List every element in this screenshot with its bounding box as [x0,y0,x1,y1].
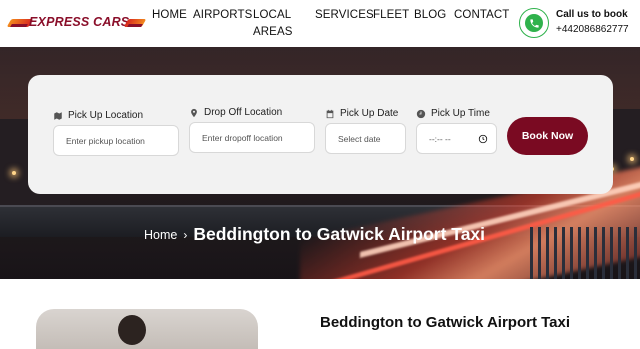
pickup-location-input[interactable]: Enter pickup location [53,125,179,156]
nav-blog[interactable]: BLOG [414,7,446,24]
clock-icon [416,109,426,118]
dropoff-location-input[interactable]: Enter dropoff location [189,122,315,153]
breadcrumb-current: Beddington to Gatwick Airport Taxi [193,224,486,244]
dropoff-location-label-text: Drop Off Location [204,107,283,118]
map-icon [54,111,62,120]
street-lamp [630,157,634,161]
nav-fleet[interactable]: FLEET [373,7,409,24]
breadcrumb-home[interactable]: Home [144,228,177,242]
nav-local-areas[interactable]: LOCAL AREAS [253,7,303,41]
brand-logo[interactable]: EXPRESS CARS [6,13,147,33]
nav-home[interactable]: HOME [152,7,187,24]
whatsapp-icon [525,14,543,32]
pickup-date-label-text: Pick Up Date [340,108,399,119]
time-picker-icon[interactable] [478,134,488,144]
logo-text: EXPRESS CARS [29,15,130,29]
logo-swoosh-right-accent [127,24,143,27]
pickup-date-input[interactable]: Select date [325,123,406,154]
pickup-time-label-text: Pick Up Time [431,108,490,119]
whatsapp-button[interactable] [519,8,549,38]
nav-contact[interactable]: CONTACT [454,7,509,24]
pickup-date-label: Pick Up Date [325,108,398,119]
nav-services[interactable]: SERVICES [315,7,374,24]
book-now-button[interactable]: Book Now [507,117,588,155]
pickup-time-label: Pick Up Time [416,108,490,119]
pickup-location-label: Pick Up Location [53,110,143,121]
location-pin-icon [191,108,197,117]
street-lamp [12,171,16,175]
pickup-location-label-text: Pick Up Location [68,110,144,121]
pickup-time-input[interactable]: --:-- -- [416,123,497,154]
page-title: Beddington to Gatwick Airport Taxi [320,314,571,331]
phone-number[interactable]: +442086862777 [556,24,629,35]
calendar-icon [326,109,334,118]
breadcrumb: Home › Beddington to Gatwick Airport Tax… [144,224,485,245]
logo-swoosh-left-accent [10,24,28,27]
pickup-time-value: --:-- -- [429,133,451,144]
feature-image [36,309,258,349]
chauffeur-photo [118,315,146,345]
railing [530,227,640,279]
dropoff-location-label: Drop Off Location [189,107,282,118]
site-header: EXPRESS CARS HOME AIRPORTS LOCAL AREAS S… [0,0,640,47]
call-label: Call us to book [556,9,628,20]
chevron-right-icon: › [183,227,188,242]
nav-airports[interactable]: AIRPORTS [193,7,252,24]
